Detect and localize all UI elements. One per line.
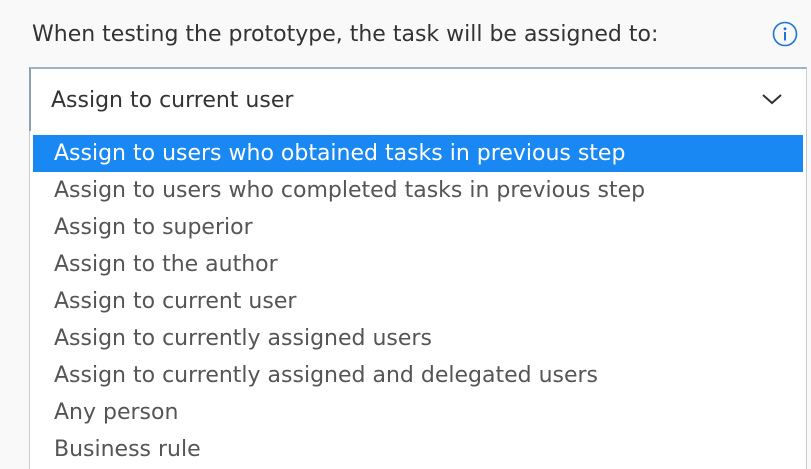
option-superior[interactable]: Assign to superior [33,209,803,246]
chevron-down-icon[interactable] [760,91,784,107]
question-label: When testing the prototype, the task wil… [32,22,659,47]
select-current-value: Assign to current user [51,88,294,113]
option-currently-assigned-users[interactable]: Assign to currently assigned users [33,320,803,357]
assignment-form: When testing the prototype, the task wil… [0,0,811,469]
option-current-user[interactable]: Assign to current user [33,283,803,320]
option-assigned-and-delegated-users[interactable]: Assign to currently assigned and delegat… [33,357,803,394]
option-business-rule[interactable]: Business rule [33,431,803,468]
dropdown-options-list: Assign to users who obtained tasks in pr… [29,131,807,469]
option-obtained-tasks-previous-step[interactable]: Assign to users who obtained tasks in pr… [33,135,803,172]
assignee-select[interactable]: Assign to current user [29,67,807,131]
option-any-person[interactable]: Any person [33,394,803,431]
option-author[interactable]: Assign to the author [33,246,803,283]
info-icon[interactable] [772,21,798,47]
option-completed-tasks-previous-step[interactable]: Assign to users who completed tasks in p… [33,172,803,209]
